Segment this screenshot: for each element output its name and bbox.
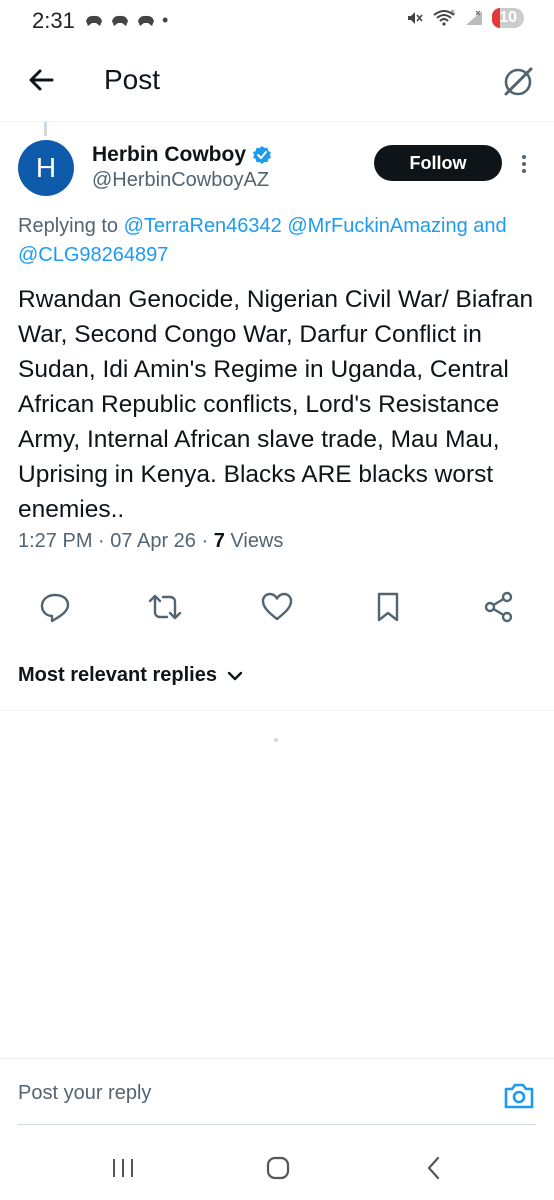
verified-badge-icon — [253, 146, 272, 164]
header-divider — [0, 121, 554, 122]
meta-separator: · — [98, 530, 105, 552]
chevron-left-icon — [427, 1156, 440, 1180]
wifi-icon: 5 — [433, 10, 455, 26]
mention-link[interactable]: @MrFuckinAmazing — [287, 215, 467, 237]
battery-level: 10 — [499, 9, 517, 26]
more-options-icon[interactable] — [516, 152, 532, 176]
chevron-down-icon — [227, 671, 243, 680]
network-label: 5 — [451, 10, 455, 17]
retweet-icon[interactable] — [148, 590, 182, 624]
recent-apps-icon — [113, 1159, 133, 1177]
tweet-text: Rwandan Genocide, Nigerian Civil War/ Bi… — [18, 286, 534, 523]
bookmark-icon[interactable] — [371, 590, 405, 624]
views-count[interactable]: 7 — [214, 530, 225, 552]
notification-icons: • — [84, 10, 168, 31]
notification-app-icon — [112, 15, 128, 26]
replies-sort-dropdown[interactable]: Most relevant replies — [18, 664, 243, 687]
reply-icon[interactable] — [38, 590, 72, 624]
tweet-meta: 1:27 PM · 07 Apr 26 · 7 Views — [18, 530, 283, 553]
reply-bar-divider — [0, 1058, 554, 1059]
author-handle[interactable]: @HerbinCowboyAZ — [92, 169, 269, 192]
replying-prefix: Replying to — [18, 215, 119, 237]
notification-app-icon — [86, 15, 102, 26]
status-right: 5 10 — [406, 8, 524, 28]
mention-link[interactable]: @CLG98264897 — [18, 244, 168, 266]
status-dot: • — [162, 10, 169, 30]
back-arrow-icon[interactable] — [24, 62, 60, 98]
mention-link[interactable]: @TerraRen46342 — [124, 215, 282, 237]
views-label[interactable]: Views — [230, 530, 283, 552]
thread-connector — [44, 122, 47, 136]
meta-separator: · — [201, 530, 209, 552]
avatar[interactable]: H — [18, 140, 74, 196]
mention-joiner[interactable]: and — [473, 215, 506, 237]
home-icon — [266, 1156, 290, 1180]
sort-label[interactable]: Most relevant replies — [18, 664, 217, 687]
grok-icon[interactable] — [500, 64, 536, 100]
mute-icon — [408, 12, 423, 24]
author-name-row[interactable]: Herbin Cowboy — [92, 143, 272, 167]
reply-underline — [18, 1124, 536, 1125]
follow-button[interactable]: Follow — [374, 145, 502, 181]
recent-apps-button[interactable] — [103, 1150, 143, 1186]
tweet-time: 1:27 PM — [18, 530, 93, 552]
camera-icon[interactable] — [502, 1080, 536, 1112]
signal-icon — [466, 10, 483, 25]
share-icon[interactable] — [482, 590, 516, 624]
author-name[interactable]: Herbin Cowboy — [92, 143, 246, 167]
replies-divider — [0, 710, 554, 711]
home-button[interactable] — [258, 1150, 298, 1186]
loading-indicator — [274, 738, 278, 742]
notification-app-icon — [138, 15, 154, 26]
tweet-date: 07 Apr 26 — [110, 530, 196, 552]
reply-input[interactable] — [18, 1082, 458, 1105]
replying-to-line: Replying to @TerraRen46342 @MrFuckinAmaz… — [18, 212, 548, 270]
back-nav-button[interactable] — [414, 1150, 454, 1186]
battery-indicator: 10 — [492, 8, 524, 28]
page-title: Post — [104, 64, 161, 95]
status-time: 2:31 — [32, 8, 75, 33]
like-icon[interactable] — [260, 590, 294, 624]
